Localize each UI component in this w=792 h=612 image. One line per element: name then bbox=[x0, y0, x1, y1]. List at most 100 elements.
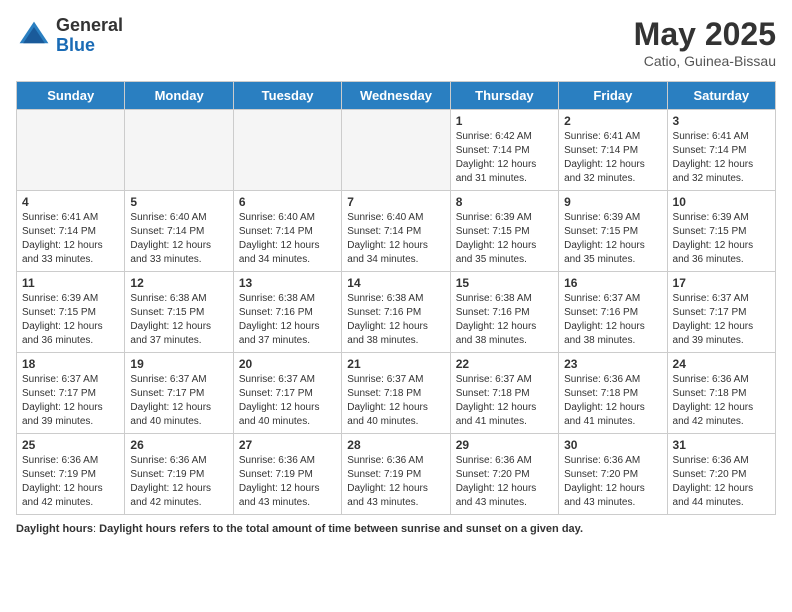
day-number: 31 bbox=[673, 438, 770, 452]
day-info: Sunrise: 6:38 AM Sunset: 7:16 PM Dayligh… bbox=[347, 292, 444, 348]
calendar-cell: 18Sunrise: 6:37 AM Sunset: 7:17 PM Dayli… bbox=[17, 353, 125, 434]
calendar-week-4: 18Sunrise: 6:37 AM Sunset: 7:17 PM Dayli… bbox=[17, 353, 776, 434]
calendar-cell bbox=[17, 110, 125, 191]
calendar-cell: 27Sunrise: 6:36 AM Sunset: 7:19 PM Dayli… bbox=[233, 434, 341, 515]
day-info: Sunrise: 6:37 AM Sunset: 7:18 PM Dayligh… bbox=[456, 373, 553, 429]
day-info: Sunrise: 6:37 AM Sunset: 7:17 PM Dayligh… bbox=[673, 292, 770, 348]
day-number: 29 bbox=[456, 438, 553, 452]
calendar-cell: 22 Sunrise: 6:37 AM Sunset: 7:18 PM Dayli… bbox=[450, 353, 558, 434]
day-info: Sunrise: 6:37 AM Sunset: 7:17 PM Dayligh… bbox=[239, 373, 336, 429]
day-number: 26 bbox=[130, 438, 227, 452]
day-info: Sunrise: 6:41 AM Sunset: 7:14 PM Dayligh… bbox=[22, 211, 119, 267]
calendar-cell: 7 Sunrise: 6:40 AM Sunset: 7:14 PM Daylig… bbox=[342, 191, 450, 272]
calendar-cell: 19Sunrise: 6:37 AM Sunset: 7:17 PM Dayli… bbox=[125, 353, 233, 434]
calendar-cell bbox=[233, 110, 341, 191]
page-header: General Blue May 2025 Catio, Guinea-Biss… bbox=[16, 16, 776, 69]
day-info: Sunrise: 6:36 AM Sunset: 7:20 PM Dayligh… bbox=[673, 454, 770, 510]
day-info: Sunrise: 6:36 AM Sunset: 7:19 PM Dayligh… bbox=[130, 454, 227, 510]
day-info: Sunrise: 6:36 AM Sunset: 7:19 PM Dayligh… bbox=[22, 454, 119, 510]
calendar-cell: 28 Sunrise: 6:36 AM Sunset: 7:19 PM Dayli… bbox=[342, 434, 450, 515]
footer-note: Daylight hours: Daylight hours refers to… bbox=[16, 523, 776, 535]
month-title: May 2025 bbox=[634, 16, 776, 53]
day-number: 12 bbox=[130, 276, 227, 290]
column-header-sunday: Sunday bbox=[17, 82, 125, 110]
calendar-cell: 23 Sunrise: 6:36 AM Sunset: 7:18 PM Dayli… bbox=[559, 353, 667, 434]
column-header-saturday: Saturday bbox=[667, 82, 775, 110]
day-number: 22 bbox=[456, 357, 553, 371]
day-number: 25 bbox=[22, 438, 119, 452]
day-info: Sunrise: 6:36 AM Sunset: 7:19 PM Dayligh… bbox=[347, 454, 444, 510]
calendar-cell: 8 Sunrise: 6:39 AM Sunset: 7:15 PM Daylig… bbox=[450, 191, 558, 272]
day-info: Sunrise: 6:38 AM Sunset: 7:16 PM Dayligh… bbox=[239, 292, 336, 348]
day-number: 20 bbox=[239, 357, 336, 371]
day-info: Sunrise: 6:36 AM Sunset: 7:20 PM Dayligh… bbox=[564, 454, 661, 510]
day-info: Sunrise: 6:39 AM Sunset: 7:15 PM Dayligh… bbox=[456, 211, 553, 267]
day-number: 11 bbox=[22, 276, 119, 290]
calendar-cell: 21 Sunrise: 6:37 AM Sunset: 7:18 PM Dayli… bbox=[342, 353, 450, 434]
calendar-cell: 2 Sunrise: 6:41 AM Sunset: 7:14 PM Daylig… bbox=[559, 110, 667, 191]
calendar-cell: 16Sunrise: 6:37 AM Sunset: 7:16 PM Dayli… bbox=[559, 272, 667, 353]
column-header-tuesday: Tuesday bbox=[233, 82, 341, 110]
day-info: Sunrise: 6:40 AM Sunset: 7:14 PM Dayligh… bbox=[347, 211, 444, 267]
day-number: 7 bbox=[347, 195, 444, 209]
calendar-cell: 31 Sunrise: 6:36 AM Sunset: 7:20 PM Dayli… bbox=[667, 434, 775, 515]
day-info: Sunrise: 6:36 AM Sunset: 7:20 PM Dayligh… bbox=[456, 454, 553, 510]
day-info: Sunrise: 6:40 AM Sunset: 7:14 PM Dayligh… bbox=[130, 211, 227, 267]
calendar-cell: 5Sunrise: 6:40 AM Sunset: 7:14 PM Daylig… bbox=[125, 191, 233, 272]
day-info: Sunrise: 6:41 AM Sunset: 7:14 PM Dayligh… bbox=[673, 130, 770, 186]
calendar-cell: 1Sunrise: 6:42 AM Sunset: 7:14 PM Daylig… bbox=[450, 110, 558, 191]
calendar-body: 1Sunrise: 6:42 AM Sunset: 7:14 PM Daylig… bbox=[17, 110, 776, 515]
calendar-cell bbox=[342, 110, 450, 191]
day-info: Sunrise: 6:36 AM Sunset: 7:18 PM Dayligh… bbox=[673, 373, 770, 429]
calendar-cell: 15 Sunrise: 6:38 AM Sunset: 7:16 PM Dayli… bbox=[450, 272, 558, 353]
day-info: Sunrise: 6:36 AM Sunset: 7:18 PM Dayligh… bbox=[564, 373, 661, 429]
column-header-wednesday: Wednesday bbox=[342, 82, 450, 110]
day-number: 28 bbox=[347, 438, 444, 452]
calendar-cell: 13 Sunrise: 6:38 AM Sunset: 7:16 PM Dayli… bbox=[233, 272, 341, 353]
calendar-table: SundayMondayTuesdayWednesdayThursdayFrid… bbox=[16, 81, 776, 515]
footer-label: Daylight hours bbox=[16, 523, 93, 535]
title-block: May 2025 Catio, Guinea-Bissau bbox=[634, 16, 776, 69]
day-number: 15 bbox=[456, 276, 553, 290]
day-number: 2 bbox=[564, 114, 661, 128]
day-info: Sunrise: 6:38 AM Sunset: 7:16 PM Dayligh… bbox=[456, 292, 553, 348]
day-number: 10 bbox=[673, 195, 770, 209]
calendar-cell: 20 Sunrise: 6:37 AM Sunset: 7:17 PM Dayli… bbox=[233, 353, 341, 434]
header-row: SundayMondayTuesdayWednesdayThursdayFrid… bbox=[17, 82, 776, 110]
day-number: 30 bbox=[564, 438, 661, 452]
day-number: 3 bbox=[673, 114, 770, 128]
calendar-cell: 14 Sunrise: 6:38 AM Sunset: 7:16 PM Dayli… bbox=[342, 272, 450, 353]
day-number: 21 bbox=[347, 357, 444, 371]
column-header-friday: Friday bbox=[559, 82, 667, 110]
calendar-cell: 9Sunrise: 6:39 AM Sunset: 7:15 PM Daylig… bbox=[559, 191, 667, 272]
day-info: Sunrise: 6:39 AM Sunset: 7:15 PM Dayligh… bbox=[673, 211, 770, 267]
logo-icon bbox=[16, 18, 52, 54]
day-info: Sunrise: 6:41 AM Sunset: 7:14 PM Dayligh… bbox=[564, 130, 661, 186]
calendar-cell: 26 Sunrise: 6:36 AM Sunset: 7:19 PM Dayli… bbox=[125, 434, 233, 515]
calendar-cell: 10 Sunrise: 6:39 AM Sunset: 7:15 PM Dayli… bbox=[667, 191, 775, 272]
calendar-cell: 30 Sunrise: 6:36 AM Sunset: 7:20 PM Dayli… bbox=[559, 434, 667, 515]
day-number: 13 bbox=[239, 276, 336, 290]
day-number: 4 bbox=[22, 195, 119, 209]
calendar-cell: 11 Sunrise: 6:39 AM Sunset: 7:15 PM Dayli… bbox=[17, 272, 125, 353]
day-info: Sunrise: 6:37 AM Sunset: 7:18 PM Dayligh… bbox=[347, 373, 444, 429]
logo: General Blue bbox=[16, 16, 123, 56]
day-number: 24 bbox=[673, 357, 770, 371]
calendar-cell: 17Sunrise: 6:37 AM Sunset: 7:17 PM Dayli… bbox=[667, 272, 775, 353]
day-info: Sunrise: 6:37 AM Sunset: 7:17 PM Dayligh… bbox=[22, 373, 119, 429]
calendar-header: SundayMondayTuesdayWednesdayThursdayFrid… bbox=[17, 82, 776, 110]
day-info: Sunrise: 6:39 AM Sunset: 7:15 PM Dayligh… bbox=[564, 211, 661, 267]
day-info: Sunrise: 6:38 AM Sunset: 7:15 PM Dayligh… bbox=[130, 292, 227, 348]
calendar-cell: 3 Sunrise: 6:41 AM Sunset: 7:14 PM Daylig… bbox=[667, 110, 775, 191]
day-number: 14 bbox=[347, 276, 444, 290]
day-number: 8 bbox=[456, 195, 553, 209]
calendar-cell: 12 Sunrise: 6:38 AM Sunset: 7:15 PM Dayli… bbox=[125, 272, 233, 353]
calendar-week-5: 25 Sunrise: 6:36 AM Sunset: 7:19 PM Dayli… bbox=[17, 434, 776, 515]
day-number: 1 bbox=[456, 114, 553, 128]
column-header-monday: Monday bbox=[125, 82, 233, 110]
day-number: 23 bbox=[564, 357, 661, 371]
logo-blue-text: Blue bbox=[56, 36, 123, 56]
logo-text: General Blue bbox=[56, 16, 123, 56]
day-info: Sunrise: 6:39 AM Sunset: 7:15 PM Dayligh… bbox=[22, 292, 119, 348]
day-number: 27 bbox=[239, 438, 336, 452]
